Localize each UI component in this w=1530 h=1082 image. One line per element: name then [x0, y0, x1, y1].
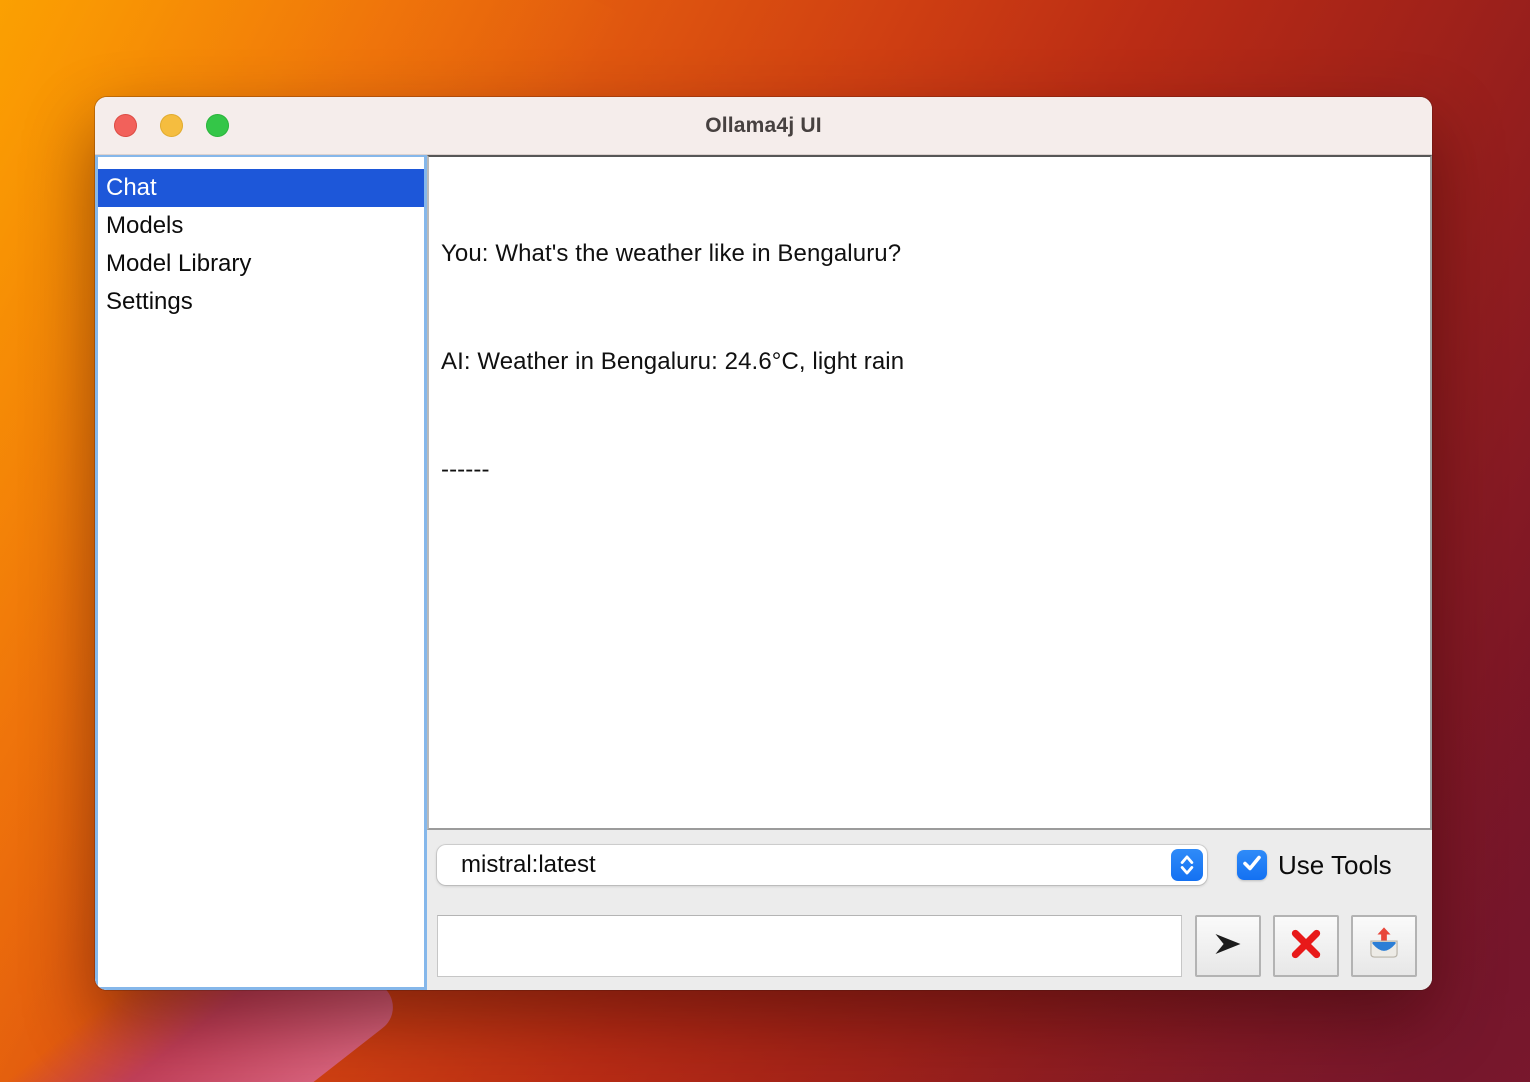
titlebar[interactable]: Ollama4j UI	[95, 97, 1432, 155]
sidebar-item-model-library[interactable]: Model Library	[98, 245, 424, 283]
traffic-lights	[114, 97, 229, 154]
app-window: Ollama4j UI Chat Models Model Library Se…	[95, 97, 1432, 990]
message-input[interactable]	[437, 915, 1182, 977]
sidebar-item-settings[interactable]: Settings	[98, 283, 424, 321]
cancel-button[interactable]	[1273, 915, 1339, 977]
outbox-tray-icon	[1365, 925, 1403, 968]
chat-transcript[interactable]: You: What's the weather like in Bengalur…	[427, 155, 1432, 830]
red-x-icon	[1289, 927, 1323, 966]
use-tools-control: Use Tools	[1237, 850, 1392, 881]
chat-ai-message: AI: Weather in Bengaluru: 24.6°C, light …	[441, 344, 1418, 380]
checkmark-icon	[1240, 851, 1264, 880]
send-button[interactable]	[1195, 915, 1261, 977]
window-title: Ollama4j UI	[705, 114, 822, 138]
composer-panel: mistral:latest	[427, 830, 1432, 990]
use-tools-checkbox[interactable]	[1237, 850, 1267, 880]
close-window-button[interactable]	[114, 114, 137, 137]
upload-button[interactable]	[1351, 915, 1417, 977]
stepper-icon	[1171, 849, 1203, 881]
model-select-dropdown[interactable]: mistral:latest	[437, 845, 1207, 885]
model-select-value: mistral:latest	[461, 851, 596, 879]
minimize-window-button[interactable]	[160, 114, 183, 137]
use-tools-label: Use Tools	[1278, 850, 1392, 881]
chat-separator: ------	[441, 452, 1418, 488]
sidebar-item-chat[interactable]: Chat	[98, 169, 424, 207]
sidebar-nav-list: Chat Models Model Library Settings	[95, 155, 427, 990]
chat-user-message: You: What's the weather like in Bengalur…	[441, 236, 1418, 272]
sidebar-item-models[interactable]: Models	[98, 207, 424, 245]
send-arrow-icon	[1211, 929, 1245, 964]
zoom-window-button[interactable]	[206, 114, 229, 137]
